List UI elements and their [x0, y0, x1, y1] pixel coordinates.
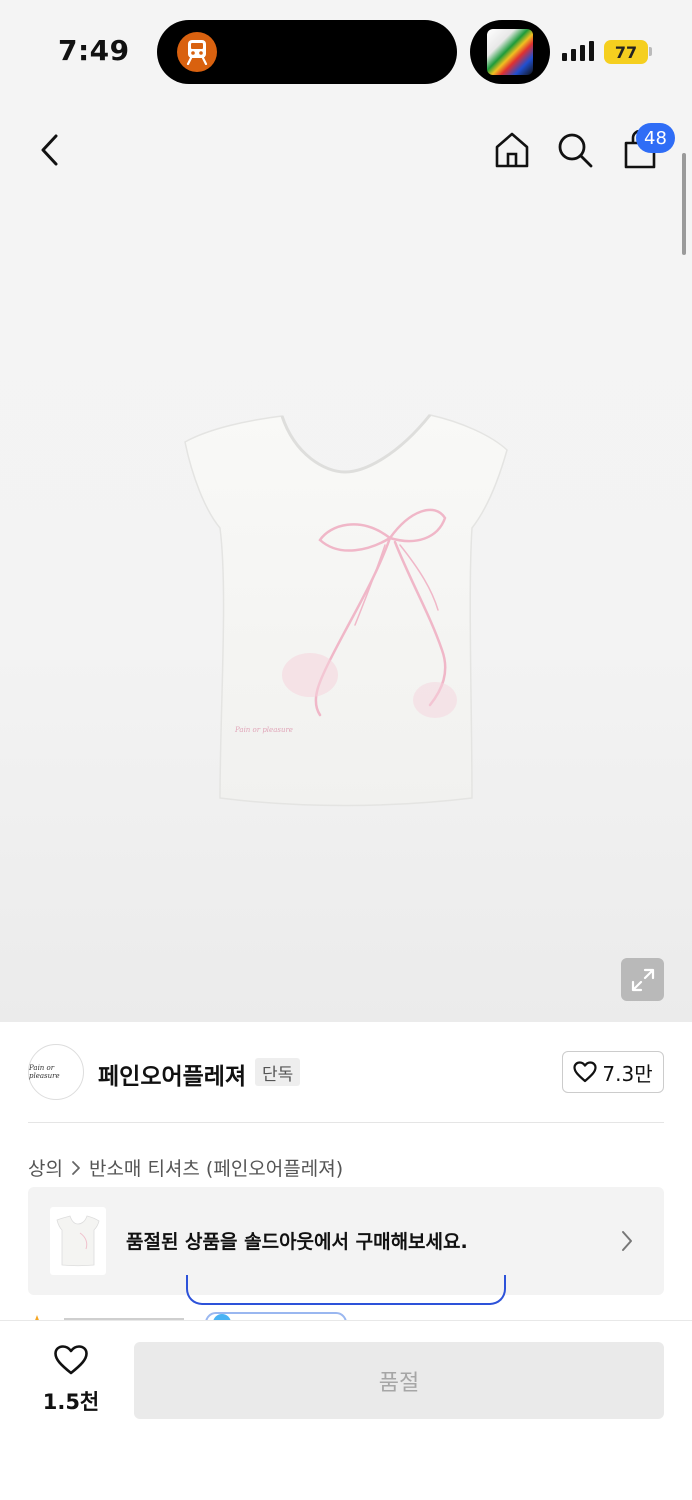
brand-name[interactable]: 페인오어플레져: [98, 1057, 246, 1091]
expand-image-button[interactable]: [621, 958, 664, 1001]
search-icon[interactable]: [553, 128, 597, 172]
scrollbar[interactable]: [682, 153, 686, 255]
soldout-button[interactable]: 품절: [134, 1342, 664, 1419]
divider: [28, 1122, 664, 1123]
banner-thumbnail: [50, 1207, 106, 1275]
battery-icon: 77: [604, 40, 648, 64]
signal-icon: [562, 41, 594, 61]
heart-icon: [54, 1345, 88, 1375]
breadcrumb: 상의 반소매 티셔츠 (페인오어플레져): [28, 1154, 343, 1181]
train-app-icon: [177, 32, 217, 72]
now-playing-icon: [470, 20, 550, 84]
soldout-banner-text: 품절된 상품을 솔드아웃에서 구매해보세요.: [126, 1231, 468, 1253]
battery-cap: [649, 47, 652, 56]
brand-logo-text: Pain or pleasure: [29, 1064, 60, 1080]
status-bar: 7:49 77: [0, 0, 692, 100]
back-icon[interactable]: [30, 128, 70, 172]
dynamic-island: [157, 20, 457, 84]
status-time: 7:49: [58, 34, 130, 67]
heart-icon: [573, 1061, 597, 1083]
wishlist-count: 1.5천: [42, 1390, 100, 1414]
partially-hidden-element: [186, 1275, 506, 1305]
brand-logo[interactable]: Pain or pleasure: [28, 1044, 84, 1100]
product-image[interactable]: Pain or pleasure: [180, 410, 510, 810]
expand-icon: [631, 968, 654, 991]
home-icon[interactable]: [490, 128, 534, 172]
breadcrumb-category[interactable]: 상의: [28, 1154, 63, 1181]
breadcrumb-subcategory[interactable]: 반소매 티셔츠 (페인오어플레져): [89, 1154, 343, 1181]
cart-count-badge: 48: [636, 123, 675, 153]
chevron-right-icon: [620, 1229, 634, 1257]
chevron-right-icon: [72, 1160, 80, 1175]
shirt-print-text: Pain or pleasure: [234, 726, 293, 734]
exclusive-badge: 단독: [255, 1058, 301, 1086]
brand-like-button[interactable]: 7.3만: [562, 1051, 664, 1093]
brand-like-count: 7.3만: [602, 1061, 653, 1086]
album-art: [487, 29, 533, 75]
wishlist-button[interactable]: 1.5천: [30, 1344, 112, 1416]
